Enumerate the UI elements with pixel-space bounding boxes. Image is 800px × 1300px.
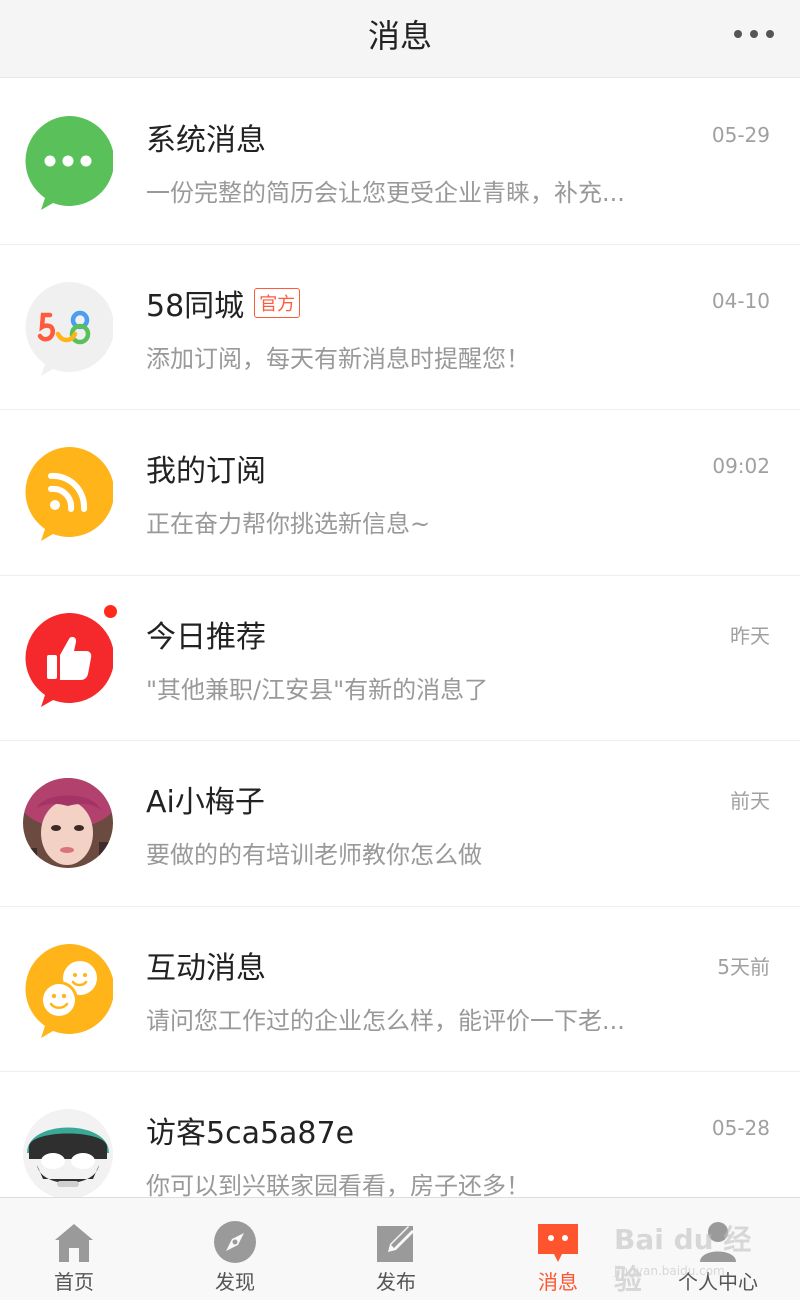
message-name: 58同城 官方	[146, 281, 301, 325]
tab-label: 发现	[215, 1270, 255, 1294]
message-item-interaction[interactable]: 互动消息 5天前 请问您工作过的企业怎么样，能评价一下老...	[0, 907, 800, 1072]
message-time: 05-28	[711, 1116, 770, 1140]
chat-dots-icon	[23, 116, 113, 210]
tab-publish[interactable]: 发布	[336, 1198, 456, 1300]
thumbs-up-icon	[23, 612, 113, 707]
message-item-system[interactable]: 系统消息 05-29 一份完整的简历会让您更受企业青睐，补充...	[0, 79, 800, 245]
tab-label: 首页	[54, 1270, 94, 1294]
message-preview: 添加订阅，每天有新消息时提醒您！	[146, 344, 530, 373]
message-item-user[interactable]: Ai小梅子 前天 要做的的有培训老师教你怎么做	[0, 741, 800, 907]
message-preview: 一份完整的简历会让您更受企业青睐，补充...	[146, 179, 625, 207]
user-photo-avatar	[23, 778, 113, 868]
tab-home[interactable]: 首页	[14, 1198, 134, 1300]
tab-discover[interactable]: 发现	[175, 1198, 295, 1300]
official-badge: 官方	[254, 287, 301, 318]
message-preview: 请问您工作过的企业怎么样，能评价一下老...	[146, 1006, 625, 1035]
message-name: 今日推荐	[146, 619, 266, 655]
message-icon	[538, 1224, 578, 1262]
message-name-text: 58同城	[146, 288, 245, 324]
app-header: 消息	[0, 0, 800, 78]
unread-dot	[102, 602, 119, 620]
58-logo-icon	[23, 281, 113, 376]
tab-label: 个人中心	[678, 1270, 758, 1294]
message-time: 昨天	[730, 623, 770, 648]
message-time: 09:02	[712, 454, 770, 478]
message-time: 5天前	[717, 954, 770, 979]
tab-label: 发布	[376, 1270, 416, 1294]
more-dots-icon[interactable]	[734, 24, 774, 44]
message-preview: 要做的的有培训老师教你怎么做	[146, 841, 482, 869]
message-time: 05-29	[711, 123, 770, 147]
message-item-58[interactable]: 58同城 官方 04-10 添加订阅，每天有新消息时提醒您！	[0, 245, 800, 410]
tab-messages[interactable]: 消息	[498, 1198, 618, 1300]
message-name: 访客5ca5a87e	[146, 1116, 355, 1151]
person-icon	[700, 1222, 736, 1262]
message-name: 我的订阅	[146, 454, 266, 489]
message-item-subscription[interactable]: 我的订阅 09:02 正在奋力帮你挑选新信息~	[0, 410, 800, 576]
page-title: 消息	[367, 17, 432, 55]
message-preview: 你可以到兴联家园看看，房子还多！	[146, 1172, 530, 1197]
message-item-visitor[interactable]: 访客5ca5a87e 05-28 你可以到兴联家园看看，房子还多！	[0, 1072, 800, 1197]
tab-profile[interactable]: 个人中心	[658, 1198, 778, 1300]
edit-icon	[377, 1226, 414, 1262]
message-time: 04-10	[711, 288, 770, 313]
message-preview: 正在奋力帮你挑选新信息~	[146, 510, 431, 538]
message-time: 前天	[730, 789, 770, 813]
rss-icon	[23, 447, 113, 541]
visitor-avatar-icon	[23, 1109, 113, 1197]
compass-icon	[214, 1221, 256, 1263]
message-item-recommend[interactable]: 今日推荐 昨天 "其他兼职/江安县"有新的消息了	[0, 576, 800, 741]
home-icon	[55, 1224, 93, 1262]
smiley-faces-icon	[23, 943, 113, 1038]
tab-label: 消息	[538, 1270, 578, 1294]
message-name: 互动消息	[146, 950, 266, 986]
bottom-tab-bar: 首页 发现 发布 消息 个人中心	[0, 1197, 800, 1300]
message-name: Ai小梅子	[146, 785, 265, 820]
message-preview: "其他兼职/江安县"有新的消息了	[146, 675, 489, 704]
message-name: 系统消息	[146, 123, 266, 158]
message-list: 系统消息 05-29 一份完整的简历会让您更受企业青睐，补充... 58同城 官方…	[0, 79, 800, 1197]
